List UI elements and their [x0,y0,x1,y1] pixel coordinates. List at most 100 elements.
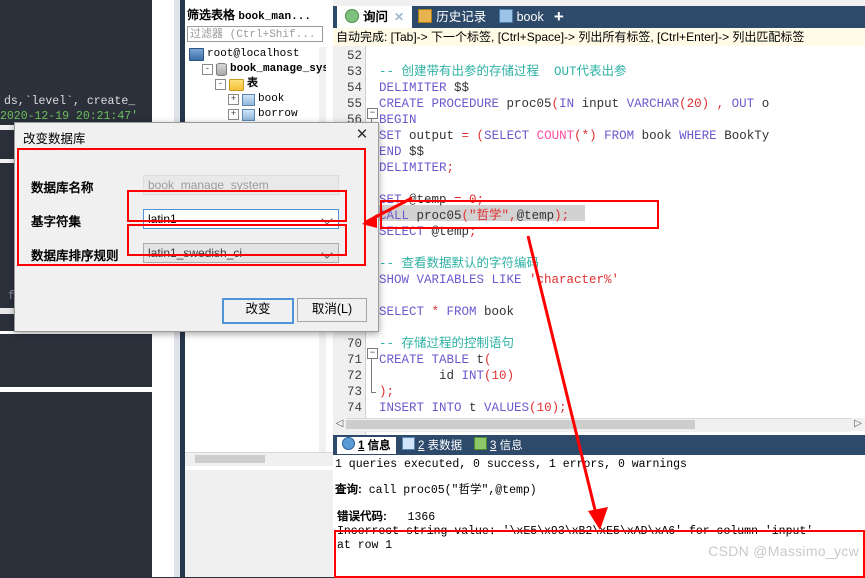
code-token: output [409,129,462,143]
code-line[interactable]: SHOW VARIABLES LIKE 'character%' [379,272,619,288]
code-token: ); [554,209,570,223]
code-line[interactable]: CREATE TABLE t( [379,352,492,368]
tab-历史记录[interactable]: 历史记录 [410,6,494,28]
code-token: CALL [379,209,417,223]
cancel-button[interactable]: 取消(L) [297,298,367,322]
result-tab-2[interactable]: 2 表数据 [397,437,467,454]
charset-select[interactable]: latin1 [143,209,339,229]
line-number: 72 [346,369,362,383]
fold-collapse-icon[interactable]: − [367,348,378,359]
code-token: SELECT [484,129,537,143]
code-line[interactable]: CALL proc05("哲学",@temp); [379,208,569,224]
error-row-line: at row 1 [337,539,392,553]
code-line[interactable]: SET output = (SELECT COUNT(*) FROM book … [379,128,769,144]
code-token: ( [484,353,492,367]
code-token: OUT [731,97,762,111]
result-text: call proc05("哲学",@temp) [361,484,537,497]
result-query: 查询: call proc05("哲学",@temp) [335,483,537,498]
code-line[interactable]: CREATE PROCEDURE proc05(IN input VARCHAR… [379,96,769,112]
expand-icon[interactable]: + [228,94,239,105]
expand-icon[interactable]: + [228,109,239,120]
code-line[interactable]: -- 存储过程的控制语句 [379,336,514,352]
code-token: t [469,401,485,415]
tab-询问[interactable]: 询问 ✕ [337,6,413,28]
collation-select[interactable]: latin1_swedish_ci [143,243,339,263]
result-tab-bar: 1 信息 2 表数据 3 信息 [333,435,865,455]
tree-item-label: book [258,93,285,105]
sql-code-editor[interactable]: 5253545556575859606162636465666768697071… [333,46,865,435]
code-token: ; [469,225,477,239]
tab-book[interactable]: book [491,6,552,28]
code-token: ) [589,129,605,143]
code-token: , [509,209,517,223]
scroll-right-arrow-icon[interactable]: ▷ [851,418,865,431]
tree-item-label: root@localhost [207,48,300,60]
code-token: * [581,129,590,143]
line-number: 71 [346,353,362,367]
code-line[interactable]: -- 查看数据默认的字符编码 [379,256,539,272]
fold-guide-line [371,358,372,392]
tree-item-borrow[interactable]: + borrow [228,107,298,122]
code-token: BookTy [724,129,770,143]
fold-collapse-icon[interactable]: − [367,108,378,119]
code-line[interactable]: DELIMITER; [379,160,454,176]
code-line[interactable]: SELECT * FROM book [379,304,514,320]
autocomplete-hint-bar: 自动完成: [Tab]-> 下一个标签, [Ctrl+Space]-> 列出所有… [333,28,865,46]
code-line[interactable]: BEGIN [379,112,417,128]
result-text: 1 queries executed, 0 success, 1 errors,… [335,458,687,471]
close-icon[interactable]: ✕ [394,10,404,24]
code-token: SHOW VARIABLES LIKE [379,273,530,287]
close-icon[interactable]: ✕ [350,125,374,145]
collapse-icon[interactable]: - [215,79,226,90]
line-number: 74 [346,401,362,415]
code-line[interactable]: -- 创建带有出参的存储过程 OUT代表出参 [379,64,627,80]
code-token: ( [476,129,485,143]
background-panel-strip [0,387,152,392]
code-line[interactable]: id INT(10) [379,368,514,384]
result-text: 查询: [335,484,362,496]
code-line[interactable]: SELECT @temp; [379,224,477,240]
code-line[interactable]: SET @temp = 0; [379,192,484,208]
collapse-icon[interactable]: - [202,64,213,75]
code-token: book [641,129,680,143]
code-line[interactable]: END $$ [379,144,424,160]
code-line[interactable]: INSERT INTO t VALUES(10); [379,400,567,416]
table-icon [242,108,255,121]
result-text: Incorrect string value: '\xE5\x93\xB2\xE… [337,525,814,538]
tree-hscrollbar-thumb[interactable] [195,455,265,463]
code-token: -- 创建带有出参的存储过程 OUT代表出参 [379,65,627,79]
code-token: proc05 [506,97,552,111]
code-line[interactable]: DELIMITER $$ [379,80,469,96]
code-token: VARCHAR [626,97,680,111]
code-hscrollbar-thumb[interactable] [335,420,695,429]
tree-item-node[interactable]: -表 [215,77,258,92]
line-number: 55 [346,97,362,111]
line-number: 73 [346,385,362,399]
editor-pane: 询问 ✕ 历史记录 book + 自动完成: [Tab]-> 下一个标签, [Ctrl+… [333,0,865,577]
result-tab-1[interactable]: 1 信息 [337,437,396,454]
scroll-left-arrow-icon[interactable]: ◁ [333,418,346,431]
tree-item-book[interactable]: + book [228,92,284,107]
table-icon [242,93,255,106]
fold-guide-tail [371,392,376,393]
code-token: 0 [469,193,477,207]
background-white-strip [152,300,174,577]
tree-item-label: 表 [247,78,258,90]
code-token: ) [701,97,717,111]
charset-label: 基字符集 [31,215,82,229]
code-token: ; [476,193,485,207]
tree-item-book_manage_sys[interactable]: - book_manage_sys [202,62,326,77]
error-message-line: Incorrect string value: '\xE5\x93\xB2\xE… [337,525,813,539]
tree-filter-input[interactable]: 过滤器 (Ctrl+Shif... [187,26,323,42]
code-token: ( [574,129,582,143]
tree-item-rootlocalhost[interactable]: root@localhost [189,47,299,62]
new-tab-button[interactable]: + [546,6,572,28]
change-button[interactable]: 改变 [222,298,294,324]
code-line[interactable]: ); [379,384,394,400]
result-summary: 1 queries executed, 0 success, 1 errors,… [335,458,687,472]
code-token: VALUES [484,401,530,415]
code-token: id [379,369,462,383]
code-token: $$ [454,81,470,95]
result-text: 错误代码: [337,511,387,523]
result-tab-3[interactable]: 3 信息 [469,437,528,454]
